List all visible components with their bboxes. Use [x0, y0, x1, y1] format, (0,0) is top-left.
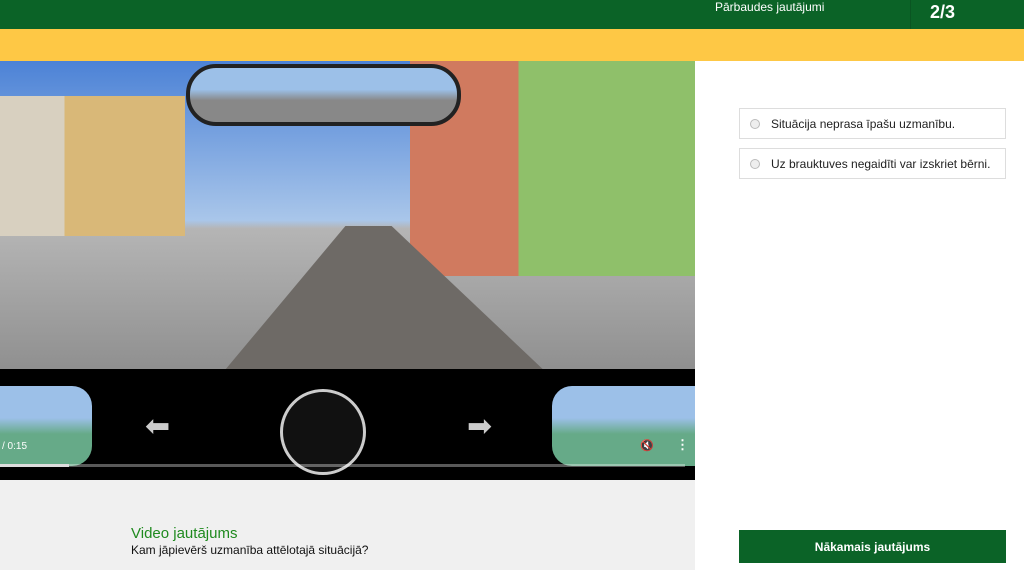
video-progress-bar[interactable] — [0, 464, 685, 467]
side-mirror-right — [552, 386, 695, 466]
top-bar: Pārbaudes jautājumi 2/3 — [0, 0, 1024, 29]
video-time: / 0:15 — [2, 441, 28, 452]
radio-button[interactable] — [750, 158, 760, 169]
page-title: Pārbaudes jautājumi — [715, 0, 825, 14]
question-counter: 2/3 — [930, 2, 956, 22]
speedometer-icon — [280, 389, 366, 475]
video-progress-fill — [0, 464, 69, 467]
question-text: Kam jāpievērš uzmanība attēlotajā situāc… — [131, 543, 369, 557]
video-player[interactable]: ⬅ ➡ / 0:15 🔇 ⋮ — [0, 61, 695, 480]
video-scene-building-left — [0, 96, 185, 236]
muted-speaker-icon[interactable]: 🔇 — [640, 439, 654, 452]
next-question-button[interactable]: Nākamais jautājums — [739, 530, 1006, 563]
answer-option[interactable]: Uz brauktuves negaidīti var izskriet bēr… — [739, 148, 1006, 179]
question-panel: Video jautājums Kam jāpievērš uzmanība a… — [0, 480, 695, 570]
more-vertical-icon[interactable]: ⋮ — [676, 437, 689, 453]
accent-bar — [0, 29, 1024, 61]
divider — [910, 0, 911, 29]
left-turn-arrow-icon: ⬅ — [145, 410, 171, 443]
radio-button[interactable] — [750, 118, 760, 129]
side-mirror-left — [0, 386, 92, 466]
answer-option[interactable]: Situācija neprasa īpašu uzmanību. — [739, 108, 1006, 139]
answer-label: Uz brauktuves negaidīti var izskriet bēr… — [771, 156, 991, 171]
answer-label: Situācija neprasa īpašu uzmanību. — [771, 116, 956, 131]
question-type: Video jautājums — [131, 525, 238, 542]
right-turn-arrow-icon: ➡ — [467, 410, 493, 443]
rearview-mirror — [186, 64, 461, 126]
